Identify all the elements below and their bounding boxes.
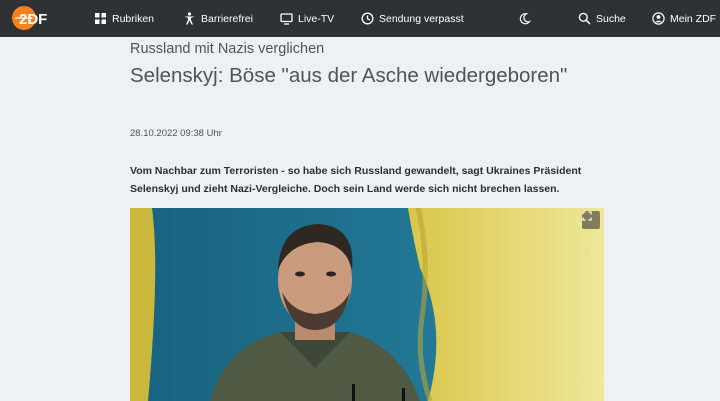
account-label: Mein ZDF bbox=[670, 12, 717, 25]
article-headline: Selenskyj: Böse "aus der Asche wiedergeb… bbox=[130, 64, 568, 87]
top-navigation: 2DF Rubriken Barrierefrei Live-TV Sendun… bbox=[0, 0, 720, 37]
nav-rubriken-label: Rubriken bbox=[112, 12, 155, 25]
clock-icon bbox=[361, 12, 374, 25]
zdf-logo[interactable]: 2DF bbox=[11, 5, 55, 31]
svg-text:2DF: 2DF bbox=[19, 11, 47, 28]
expand-icon bbox=[582, 211, 592, 221]
search-button[interactable]: Suche bbox=[578, 0, 626, 37]
hero-photo bbox=[130, 208, 604, 401]
nav-sendung-verpasst-label: Sendung verpasst bbox=[379, 12, 464, 25]
nav-sendung-verpasst[interactable]: Sendung verpasst bbox=[361, 0, 464, 37]
article-kicker: Russland mit Nazis verglichen bbox=[130, 41, 325, 57]
fullscreen-button[interactable] bbox=[582, 211, 600, 229]
theme-toggle-button[interactable] bbox=[518, 0, 536, 37]
zdf-logo-icon: 2DF bbox=[12, 6, 47, 30]
tv-icon bbox=[280, 12, 293, 25]
nav-barrierefrei[interactable]: Barrierefrei bbox=[183, 0, 253, 37]
nav-barrierefrei-label: Barrierefrei bbox=[201, 12, 253, 25]
moon-icon bbox=[518, 12, 531, 25]
account-button[interactable]: Mein ZDF bbox=[652, 0, 716, 37]
nav-live-tv[interactable]: Live-TV bbox=[280, 0, 334, 37]
grid-icon bbox=[94, 12, 107, 25]
nav-rubriken[interactable]: Rubriken bbox=[94, 0, 154, 37]
nav-live-tv-label: Live-TV bbox=[298, 12, 335, 25]
article-date: 28.10.2022 09:38 Uhr bbox=[130, 128, 222, 139]
user-icon bbox=[652, 12, 665, 25]
search-label: Suche bbox=[596, 12, 626, 25]
accessibility-icon bbox=[183, 12, 196, 25]
article-hero-image[interactable] bbox=[130, 208, 604, 401]
search-icon bbox=[578, 12, 591, 25]
article-lead: Vom Nachbar zum Terroristen - so habe si… bbox=[130, 165, 582, 195]
